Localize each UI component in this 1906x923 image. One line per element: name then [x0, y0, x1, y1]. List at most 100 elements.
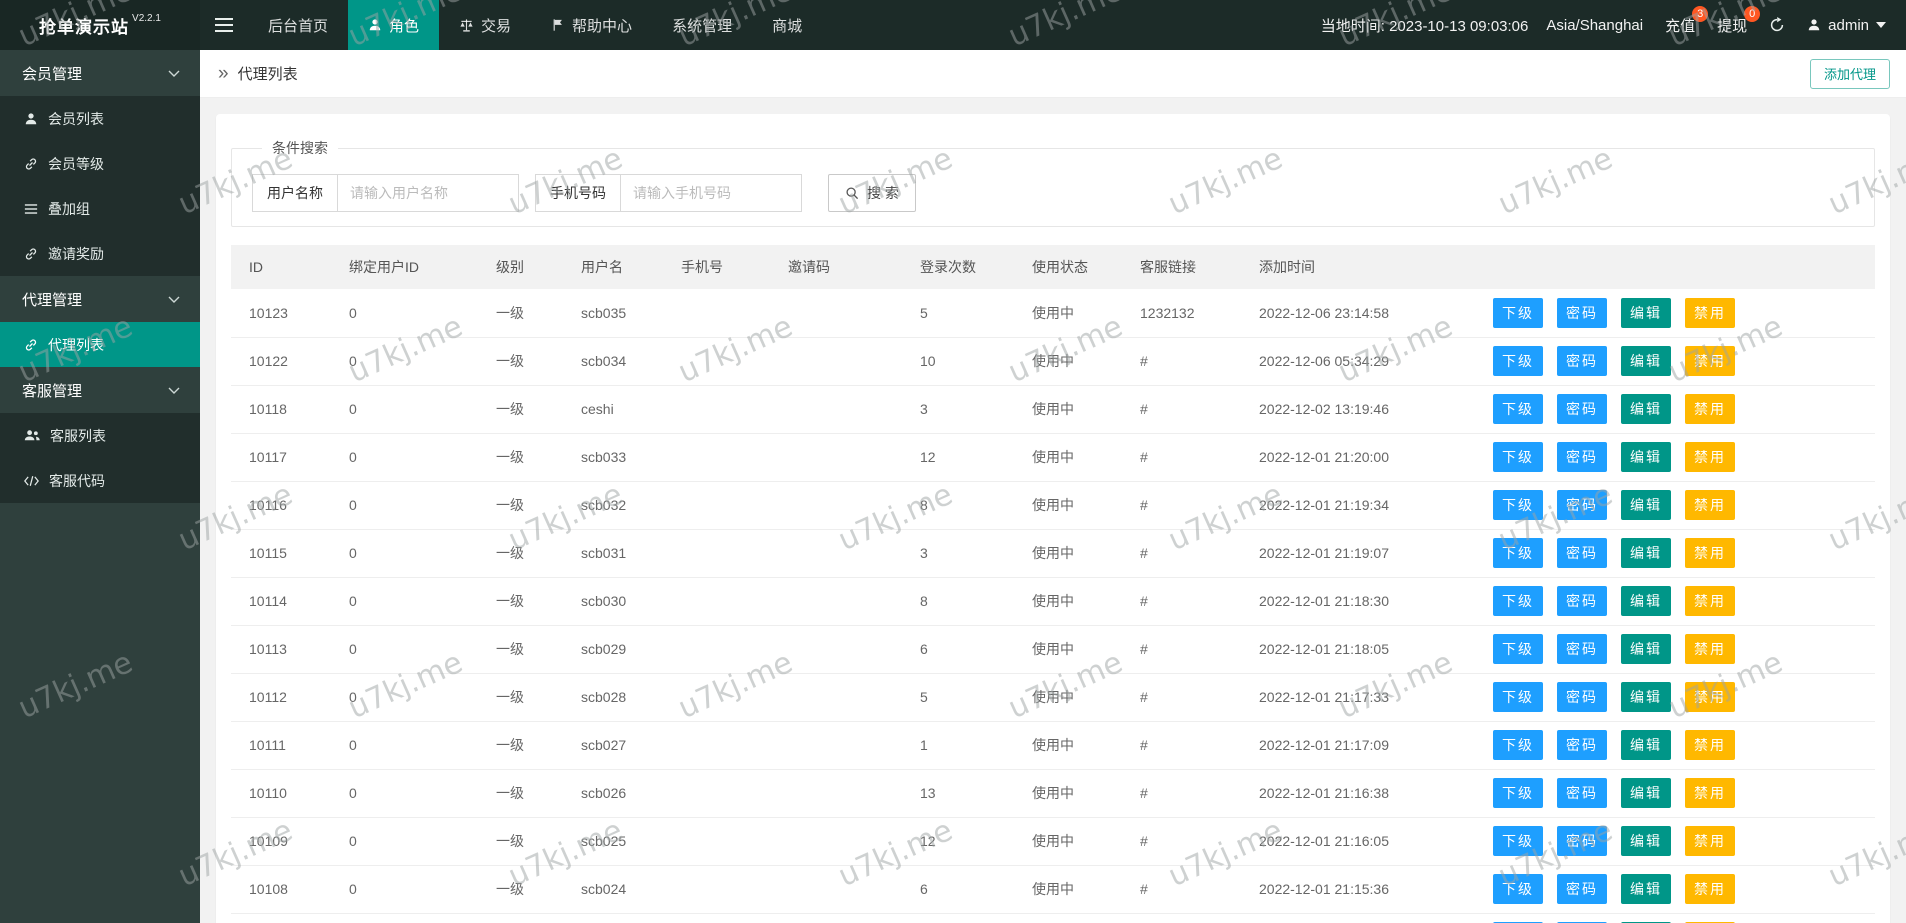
password-button[interactable]: 密码 — [1557, 634, 1607, 664]
sidebar-item-member-list[interactable]: 会员列表 — [0, 96, 200, 141]
edit-button[interactable]: 编辑 — [1621, 874, 1671, 904]
sub-agent-button[interactable]: 下级 — [1493, 538, 1543, 568]
code-icon — [24, 475, 39, 487]
edit-button[interactable]: 编辑 — [1621, 394, 1671, 424]
password-button[interactable]: 密码 — [1557, 730, 1607, 760]
password-button[interactable]: 密码 — [1557, 682, 1607, 712]
cell-phone — [663, 721, 770, 770]
sidebar-group-service-management[interactable]: 客服管理 — [0, 367, 200, 413]
add-agent-button[interactable]: 添加代理 — [1809, 58, 1890, 89]
password-button[interactable]: 密码 — [1557, 297, 1607, 328]
nav-mall[interactable]: 商城 — [752, 0, 822, 50]
cell-bind_user_id: 0 — [331, 817, 478, 866]
cell-invite_code — [770, 721, 902, 770]
sidebar-item-agent-list[interactable]: 代理列表 — [0, 322, 200, 367]
link-icon — [24, 338, 38, 352]
cell-phone — [663, 817, 770, 866]
sub-agent-button[interactable]: 下级 — [1493, 730, 1543, 760]
disable-button[interactable]: 禁用 — [1685, 730, 1735, 760]
withdraw-button[interactable]: 提现 0 — [1717, 5, 1761, 36]
users-icon — [24, 429, 40, 442]
sidebar-item-stack-group[interactable]: 叠加组 — [0, 186, 200, 231]
password-button[interactable]: 密码 — [1557, 490, 1607, 520]
cell-status: 使用中 — [1014, 625, 1122, 674]
password-button[interactable]: 密码 — [1557, 538, 1607, 568]
sub-agent-button[interactable]: 下级 — [1493, 682, 1543, 712]
sidebar-item-member-level[interactable]: 会员等级 — [0, 141, 200, 186]
disable-button[interactable]: 禁用 — [1685, 586, 1735, 616]
disable-button[interactable]: 禁用 — [1685, 490, 1735, 520]
password-button[interactable]: 密码 — [1557, 586, 1607, 616]
password-button[interactable]: 密码 — [1557, 874, 1607, 904]
edit-button[interactable]: 编辑 — [1621, 586, 1671, 616]
sub-agent-button[interactable]: 下级 — [1493, 346, 1543, 376]
cell-phone — [663, 289, 770, 338]
user-menu[interactable]: admin — [1807, 17, 1886, 34]
sub-agent-button[interactable]: 下级 — [1493, 394, 1543, 424]
disable-button[interactable]: 禁用 — [1685, 538, 1735, 568]
cell-bind_user_id: 0 — [331, 481, 478, 530]
edit-button[interactable]: 编辑 — [1621, 826, 1671, 856]
password-button[interactable]: 密码 — [1557, 346, 1607, 376]
sub-agent-button[interactable]: 下级 — [1493, 874, 1543, 904]
table-row: 10122 0 一级 scb034 10 使用中 #2022-12-06 05:34:29 下… — [231, 337, 1875, 386]
edit-button[interactable]: 编辑 — [1621, 778, 1671, 808]
search-button[interactable]: 搜 索 — [828, 174, 916, 212]
sub-agent-button[interactable]: 下级 — [1493, 297, 1543, 328]
cell-bind_user_id: 0 — [331, 289, 478, 338]
disable-button[interactable]: 禁用 — [1685, 394, 1735, 424]
cell-status: 使用中 — [1014, 481, 1122, 530]
disable-button[interactable]: 禁用 — [1685, 442, 1735, 472]
sub-agent-button[interactable]: 下级 — [1493, 586, 1543, 616]
cell-username: scb032 — [563, 481, 663, 530]
menu-toggle-icon[interactable] — [200, 0, 248, 50]
cell-login_count: 13 — [902, 769, 1014, 818]
edit-button[interactable]: 编辑 — [1621, 730, 1671, 760]
edit-button[interactable]: 编辑 — [1621, 538, 1671, 568]
username-input[interactable] — [337, 174, 519, 212]
disable-button[interactable]: 禁用 — [1685, 297, 1735, 328]
password-button[interactable]: 密码 — [1557, 442, 1607, 472]
sub-agent-button[interactable]: 下级 — [1493, 826, 1543, 856]
password-button[interactable]: 密码 — [1557, 394, 1607, 424]
password-button[interactable]: 密码 — [1557, 778, 1607, 808]
top-nav: 后台首页 角色 交易 帮助中心 系统管理 商城 — [248, 0, 822, 50]
edit-button[interactable]: 编辑 — [1621, 297, 1671, 328]
edit-button[interactable]: 编辑 — [1621, 346, 1671, 376]
cell-username — [563, 913, 663, 923]
edit-button[interactable]: 编辑 — [1621, 634, 1671, 664]
edit-button[interactable]: 编辑 — [1621, 442, 1671, 472]
sidebar-item-service-code[interactable]: 客服代码 — [0, 458, 200, 503]
nav-help-center[interactable]: 帮助中心 — [531, 0, 652, 50]
sub-agent-button[interactable]: 下级 — [1493, 778, 1543, 808]
row-actions: 下级密码编辑禁用 — [1475, 721, 1875, 770]
sidebar-item-service-list[interactable]: 客服列表 — [0, 413, 200, 458]
edit-button[interactable]: 编辑 — [1621, 682, 1671, 712]
disable-button[interactable]: 禁用 — [1685, 778, 1735, 808]
edit-button[interactable]: 编辑 — [1621, 490, 1671, 520]
table-header-row: ID 绑定用户ID 级别 用户名 手机号 邀请码 登录次数 使用状态 客服链接 添加时间 — [231, 245, 1875, 289]
row-actions: 下级密码编辑禁用 — [1475, 625, 1875, 674]
recharge-badge: 3 — [1692, 5, 1709, 22]
password-button[interactable]: 密码 — [1557, 826, 1607, 856]
nav-trade[interactable]: 交易 — [439, 0, 531, 50]
disable-button[interactable]: 禁用 — [1685, 682, 1735, 712]
sidebar-group-agent-management[interactable]: 代理管理 — [0, 276, 200, 322]
sub-agent-button[interactable]: 下级 — [1493, 490, 1543, 520]
timezone: Asia/Shanghai — [1546, 16, 1644, 34]
nav-home[interactable]: 后台首页 — [248, 0, 348, 50]
sidebar-item-invite-reward[interactable]: 邀请奖励 — [0, 231, 200, 276]
phone-input[interactable] — [620, 174, 802, 212]
sidebar-group-member-management[interactable]: 会员管理 — [0, 50, 200, 96]
nav-roles[interactable]: 角色 — [348, 0, 440, 50]
disable-button[interactable]: 禁用 — [1685, 346, 1735, 376]
recharge-button[interactable]: 充值 3 — [1665, 5, 1709, 36]
sub-agent-button[interactable]: 下级 — [1493, 442, 1543, 472]
nav-system[interactable]: 系统管理 — [652, 0, 752, 50]
sub-agent-button[interactable]: 下级 — [1493, 634, 1543, 664]
row-actions: 下级密码编辑禁用 — [1475, 433, 1875, 482]
disable-button[interactable]: 禁用 — [1685, 874, 1735, 904]
disable-button[interactable]: 禁用 — [1685, 826, 1735, 856]
refresh-icon[interactable] — [1769, 17, 1785, 33]
disable-button[interactable]: 禁用 — [1685, 634, 1735, 664]
